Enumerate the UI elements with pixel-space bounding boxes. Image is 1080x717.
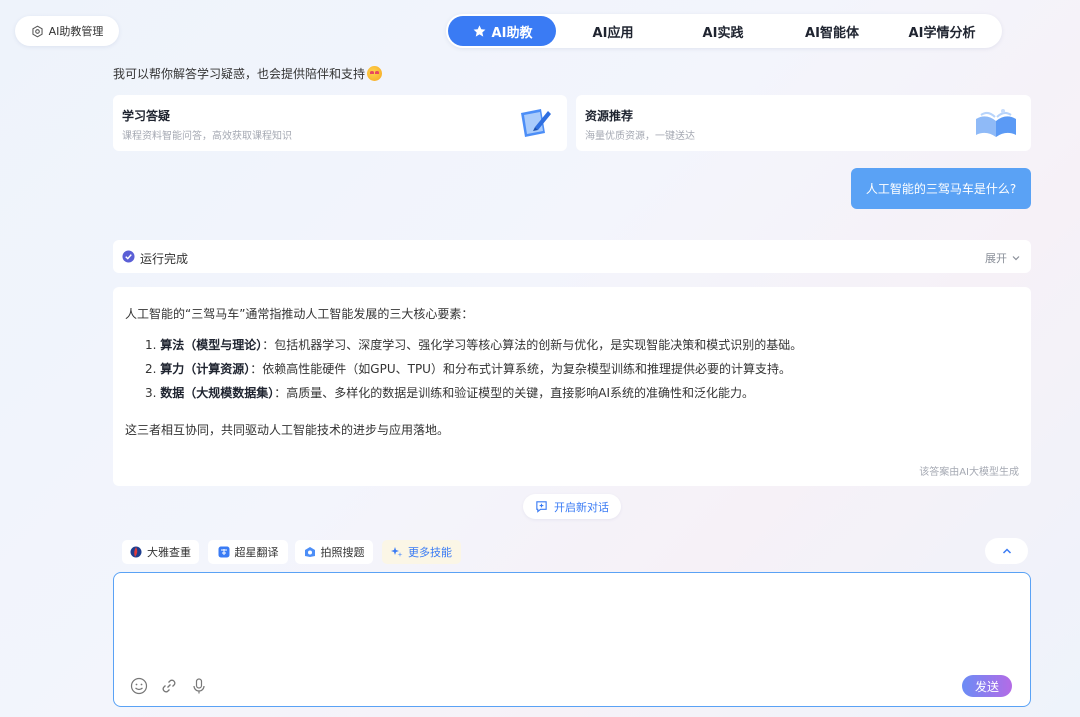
answer-summary: 这三者相互协同，共同驱动人工智能技术的进步与应用落地。 (125, 423, 450, 437)
run-status-text: 运行完成 (140, 252, 189, 266)
collapse-button[interactable] (985, 538, 1028, 564)
list-item: 1. 算法（模型与理论）：包括机器学习、深度学习、强化学习等核心算法的创新与优化… (145, 338, 803, 352)
skill-plagiarism-check[interactable]: 大雅查重 (122, 540, 199, 564)
translate-icon (218, 546, 229, 558)
sparkle-icon (391, 547, 403, 557)
card-subtitle: 课程资料智能问答，高效获取课程知识 (122, 131, 292, 142)
manage-label: AI助教管理 (48, 25, 104, 38)
smile-emoji-icon (367, 66, 383, 81)
answer-intro: 人工智能的“三驾马车”通常指推动人工智能发展的三大核心要素： (125, 307, 474, 321)
expand-toggle[interactable]: 展开 (985, 250, 1021, 266)
tab-ai-agent[interactable]: AI智能体 (782, 16, 882, 46)
top-nav: AI助教 AI应用 AI实践 AI智能体 AI学情分析 (446, 14, 1002, 48)
plagiarism-check-icon (130, 546, 142, 558)
greeting: 我可以帮你解答学习疑惑，也会提供陪伴和支持 (113, 65, 383, 82)
message-input-box: 发送 (113, 572, 1031, 707)
camera-search-icon (304, 547, 315, 557)
open-book-icon (976, 109, 1016, 137)
chevron-up-icon (1002, 548, 1011, 554)
user-message-text: 人工智能的三驾马车是什么? (865, 182, 1017, 196)
list-item: 3. 数据（大规模数据集）：高质量、多样化的数据是训练和验证模型的关键，直接影响… (145, 386, 755, 400)
greeting-text: 我可以帮你解答学习疑惑，也会提供陪伴和支持 (113, 67, 366, 81)
ai-assistant-manage-button[interactable]: AI助教管理 (15, 16, 119, 46)
message-input[interactable] (126, 583, 1016, 663)
send-button[interactable]: 发送 (962, 675, 1012, 697)
card-resource-recommend[interactable]: 资源推荐 海量优质资源，一键送达 (576, 95, 1031, 151)
card-title: 学习答疑 (122, 109, 171, 123)
card-subtitle: 海量优质资源，一键送达 (585, 131, 695, 142)
check-circle-icon (122, 250, 135, 263)
tab-ai-assistant[interactable]: AI助教 (448, 16, 556, 46)
new-chat-icon (536, 501, 547, 513)
star-icon (473, 24, 485, 37)
new-chat-button[interactable]: 开启新对话 (523, 494, 621, 519)
tab-ai-apps[interactable]: AI应用 (563, 16, 663, 46)
assistant-answer: 人工智能的“三驾马车”通常指推动人工智能发展的三大核心要素： 1. 算法（模型与… (113, 287, 1031, 486)
tab-ai-practice[interactable]: AI实践 (673, 16, 773, 46)
settings-icon (32, 25, 43, 37)
skill-more[interactable]: 更多技能 (382, 540, 461, 564)
list-item: 2. 算力（计算资源）：依赖高性能硬件（如GPU、TPU）和分布式计算系统，为复… (145, 362, 791, 376)
answer-list: 1. 算法（模型与理论）：包括机器学习、深度学习、强化学习等核心算法的创新与优化… (145, 337, 802, 409)
skill-translate[interactable]: 超星翻译 (208, 540, 288, 564)
link-icon[interactable] (160, 677, 178, 695)
ai-generated-note: 该答案由AI大模型生成 (919, 467, 1019, 478)
microphone-icon[interactable] (190, 677, 208, 695)
tab-ai-analytics[interactable]: AI学情分析 (892, 16, 992, 46)
card-study-qa[interactable]: 学习答疑 课程资料智能问答，高效获取课程知识 (113, 95, 567, 151)
user-message-bubble: 人工智能的三驾马车是什么? (851, 168, 1031, 209)
notebook-pen-icon (521, 109, 551, 137)
skill-photo-search[interactable]: 拍照搜题 (295, 540, 373, 564)
emoji-icon[interactable] (130, 677, 148, 695)
run-status-bar: 运行完成 展开 (113, 240, 1031, 273)
chevron-down-icon (1012, 256, 1020, 261)
card-title: 资源推荐 (585, 109, 634, 123)
